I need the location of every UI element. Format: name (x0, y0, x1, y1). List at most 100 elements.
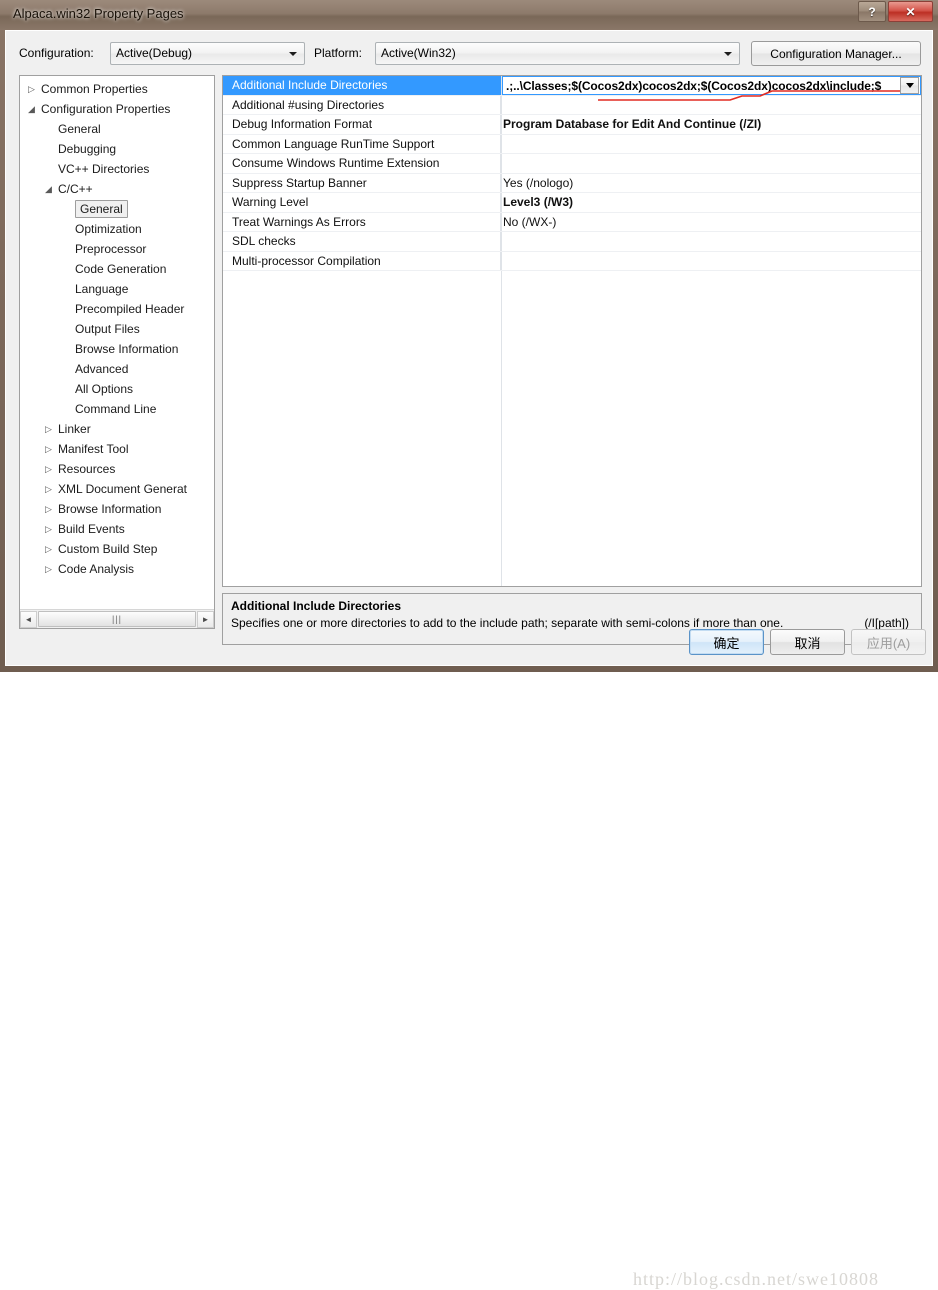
tree-horizontal-scrollbar[interactable]: ◄ ||| ► (20, 609, 214, 628)
tree-item-label: Output Files (75, 322, 140, 336)
grid-row[interactable]: Suppress Startup Banner Yes (/nologo) (223, 173, 921, 193)
triangle-expanded-icon[interactable]: ◢ (45, 179, 52, 199)
watermark-text: http://blog.csdn.net/swe10808 (633, 1269, 879, 1289)
tree-item-code-analysis[interactable]: ▷ Code Analysis (20, 559, 214, 579)
grid-row[interactable]: Consume Windows Runtime Extension (223, 154, 921, 174)
dialog-client-area: Configuration: Active(Debug) Platform: A… (5, 30, 933, 1289)
tree-item-label: Advanced (75, 362, 129, 376)
tree-item-label: Linker (58, 422, 91, 436)
tree-item-label: Code Analysis (58, 562, 135, 576)
dialog-button-row: http://blog.csdn.net/swe10808 确定 取消 应用(A… (6, 629, 932, 1289)
tree-item-debugging[interactable]: Debugging (20, 139, 214, 159)
tree-item-advanced[interactable]: Advanced (20, 359, 214, 379)
window-button-group: ? ✕ (858, 1, 933, 22)
additional-include-directories-editor[interactable]: .;..\Classes;$(Cocos2dx)cocos2dx;$(Cocos… (502, 76, 921, 95)
tree-item-build-events[interactable]: ▷ Build Events (20, 519, 214, 539)
tree-item-general[interactable]: General (20, 119, 214, 139)
grid-property-value[interactable] (501, 232, 921, 251)
tree-item-label: All Options (75, 382, 134, 396)
grid-row[interactable]: Debug Information Format Program Database… (223, 115, 921, 135)
triangle-collapsed-icon[interactable]: ▷ (45, 499, 52, 519)
scroll-left-arrow-icon[interactable]: ◄ (20, 610, 37, 628)
tree-item-label: Browse Information (58, 502, 162, 516)
grid-property-value[interactable]: Yes (/nologo) (501, 174, 921, 193)
tree-item-common-properties[interactable]: ▷ Common Properties (20, 79, 214, 99)
grid-property-name: Debug Information Format (223, 115, 501, 134)
triangle-collapsed-icon[interactable]: ▷ (28, 79, 35, 99)
configuration-label: Configuration: (19, 46, 94, 60)
tree-item-code-generation[interactable]: Code Generation (20, 259, 214, 279)
scroll-thumb[interactable]: ||| (38, 611, 196, 627)
triangle-collapsed-icon[interactable]: ▷ (45, 559, 52, 579)
tree-item-language[interactable]: Language (20, 279, 214, 299)
apply-button[interactable]: 应用(A) (851, 629, 926, 655)
grid-row[interactable]: Treat Warnings As Errors No (/WX-) (223, 212, 921, 232)
tree-item-label: Configuration Properties (41, 102, 171, 116)
triangle-collapsed-icon[interactable]: ▷ (45, 439, 52, 459)
platform-dropdown[interactable]: Active(Win32) (375, 42, 740, 65)
platform-label: Platform: (314, 46, 363, 60)
tree-item-label: Preprocessor (75, 242, 147, 256)
tree-item-label: General (75, 200, 128, 218)
grid-row[interactable]: Common Language RunTime Support (223, 134, 921, 154)
tree-item-preprocessor[interactable]: Preprocessor (20, 239, 214, 259)
tree-item-command-line[interactable]: Command Line (20, 399, 214, 419)
tree-item-resources[interactable]: ▷ Resources (20, 459, 214, 479)
help-button[interactable]: ? (858, 1, 886, 22)
tree-item-browse-information[interactable]: ▷ Browse Information (20, 499, 214, 519)
tree-item-precompiled-header[interactable]: Precompiled Header (20, 299, 214, 319)
tree-item-configuration-properties[interactable]: ◢ Configuration Properties (20, 99, 214, 119)
tree-item-vc-directories[interactable]: VC++ Directories (20, 159, 214, 179)
grid-row[interactable]: Additional #using Directories (223, 95, 921, 115)
tree-item-custom-build-step[interactable]: ▷ Custom Build Step (20, 539, 214, 559)
grid-property-name: SDL checks (223, 232, 501, 251)
close-button[interactable]: ✕ (888, 1, 933, 22)
triangle-collapsed-icon[interactable]: ▷ (45, 459, 52, 479)
configuration-dropdown[interactable]: Active(Debug) (110, 42, 305, 65)
grid-property-value[interactable]: Level3 (/W3) (501, 193, 921, 212)
configuration-manager-button[interactable]: Configuration Manager... (751, 41, 921, 66)
tree-item-all-options[interactable]: All Options (20, 379, 214, 399)
grid-property-value[interactable]: Program Database for Edit And Continue (… (501, 115, 921, 134)
grid-property-name: Additional Include Directories (223, 76, 501, 95)
chevron-down-icon (724, 52, 732, 56)
triangle-collapsed-icon[interactable]: ▷ (45, 419, 52, 439)
grid-property-value[interactable] (501, 96, 921, 115)
tree-item-general[interactable]: General (20, 199, 214, 219)
grid-property-value[interactable] (501, 135, 921, 154)
tree-item-manifest-tool[interactable]: ▷ Manifest Tool (20, 439, 214, 459)
tree-item-optimization[interactable]: Optimization (20, 219, 214, 239)
scroll-right-arrow-icon[interactable]: ► (197, 610, 214, 628)
tree-item-label: Precompiled Header (75, 302, 185, 316)
property-tree-panel[interactable]: ▷ Common Properties ◢ Configuration Propert… (19, 75, 215, 629)
triangle-expanded-icon[interactable]: ◢ (28, 99, 35, 119)
triangle-collapsed-icon[interactable]: ▷ (45, 479, 52, 499)
chevron-down-icon (905, 83, 914, 88)
grid-row[interactable]: Multi-processor Compilation (223, 251, 921, 271)
property-pages-window: Alpaca.win32 Property Pages ? ✕ Configur… (0, 0, 938, 1289)
additional-include-directories-input[interactable]: .;..\Classes;$(Cocos2dx)cocos2dx;$(Cocos… (503, 79, 900, 93)
window-title: Alpaca.win32 Property Pages (13, 6, 184, 21)
tree-item-label: Build Events (58, 522, 125, 536)
cancel-button[interactable]: 取消 (770, 629, 845, 655)
grid-row[interactable]: Warning Level Level3 (/W3) (223, 193, 921, 213)
editor-dropdown-button[interactable] (900, 77, 919, 94)
grid-property-value[interactable] (501, 252, 921, 271)
triangle-collapsed-icon[interactable]: ▷ (45, 519, 52, 539)
tree-item-linker[interactable]: ▷ Linker (20, 419, 214, 439)
ok-button[interactable]: 确定 (689, 629, 764, 655)
tree-item-label: Debugging (58, 142, 117, 156)
configuration-dropdown-value: Active(Debug) (116, 46, 193, 60)
grid-property-value[interactable]: No (/WX-) (501, 213, 921, 232)
tree-item-browse-information[interactable]: Browse Information (20, 339, 214, 359)
description-compiler-flag: (/I[path]) (864, 616, 909, 630)
property-grid[interactable]: Additional Include Directories Additional… (222, 75, 922, 587)
tree-item-label: Command Line (75, 402, 157, 416)
description-title: Additional Include Directories (231, 599, 402, 613)
grid-property-value[interactable] (501, 154, 921, 173)
triangle-collapsed-icon[interactable]: ▷ (45, 539, 52, 559)
grid-row[interactable]: SDL checks (223, 232, 921, 252)
tree-item-c-c[interactable]: ◢ C/C++ (20, 179, 214, 199)
tree-item-output-files[interactable]: Output Files (20, 319, 214, 339)
tree-item-xml-document-generat[interactable]: ▷ XML Document Generat (20, 479, 214, 499)
